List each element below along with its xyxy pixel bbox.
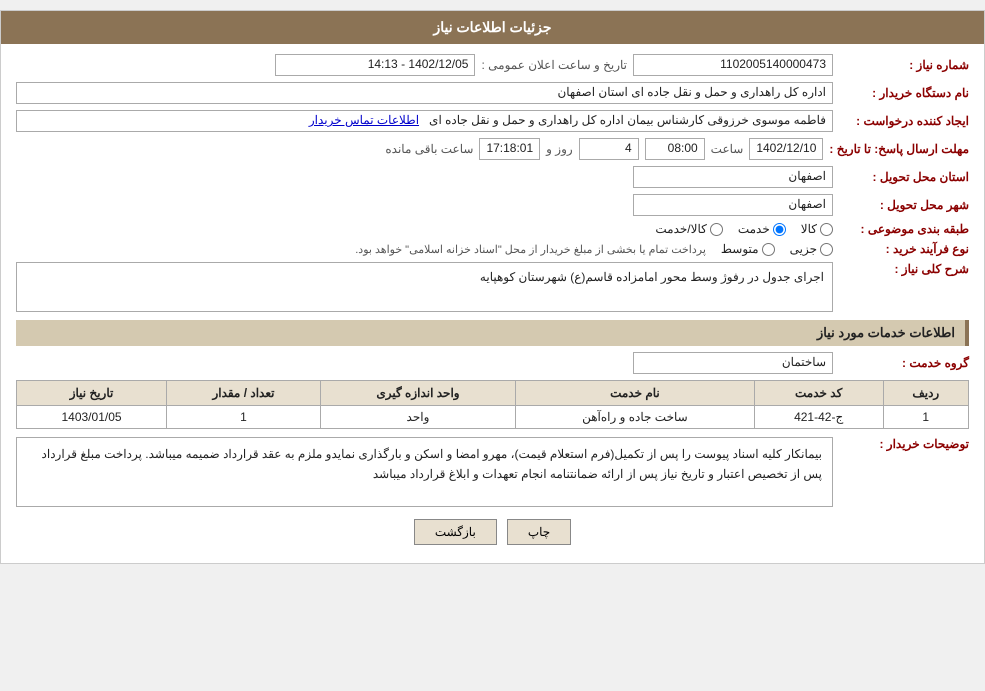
service-group-value: ساختمان [633,352,833,374]
purchase-type-motavaset: متوسط [721,242,775,256]
page-header: جزئیات اطلاعات نیاز [1,11,984,44]
page-title: جزئیات اطلاعات نیاز [433,19,551,35]
need-number-value: 1102005140000473 [633,54,833,76]
page-container: جزئیات اطلاعات نیاز شماره نیاز : 1102005… [0,10,985,564]
need-description-label: شرح کلی نیاز : [839,262,969,276]
purchase-jozii-radio[interactable] [820,243,833,256]
category-kala-radio[interactable] [820,223,833,236]
purchase-type-jozii: جزیی [790,242,833,256]
contact-link[interactable]: اطلاعات تماس خریدار [309,113,419,127]
response-remaining-value: 17:18:01 [479,138,540,160]
need-description-value: اجرای جدول در رفوژ وسط محور امامزاده قاس… [16,262,833,312]
province-label: استان محل تحویل : [839,170,969,184]
service-group-row: گروه خدمت : ساختمان [16,352,969,374]
purchase-type-label: نوع فرآیند خرید : [839,242,969,256]
category-option-both: کالا/خدمت [655,222,722,236]
col-name: نام خدمت [516,381,755,406]
requester-label: ایجاد کننده درخواست : [839,114,969,128]
response-time-label: ساعت [711,142,744,156]
services-table: ردیف کد خدمت نام خدمت واحد اندازه گیری ت… [16,380,969,429]
cell-unit: واحد [320,406,515,429]
action-buttons: چاپ بازگشت [16,519,969,545]
response-deadline-label: مهلت ارسال پاسخ: تا تاریخ : [829,142,969,156]
announcement-label: تاریخ و ساعت اعلان عمومی : [481,58,627,72]
cell-code: ج-42-421 [754,406,883,429]
need-description-row: شرح کلی نیاز : اجرای جدول در رفوژ وسط مح… [16,262,969,312]
category-label: طبقه بندی موضوعی : [839,222,969,236]
announcement-value: 1402/12/05 - 14:13 [275,54,475,76]
buyer-name-row: نام دستگاه خریدار : اداره کل راهداری و ح… [16,82,969,104]
purchase-motavaset-label: متوسط [721,242,759,256]
requester-row: ایجاد کننده درخواست : فاطمه موسوی خرزوقی… [16,110,969,132]
need-number-label: شماره نیاز : [839,58,969,72]
col-code: کد خدمت [754,381,883,406]
city-row: شهر محل تحویل : اصفهان [16,194,969,216]
buyer-name-value: اداره کل راهداری و حمل و نقل جاده ای است… [16,82,833,104]
need-number-row: شماره نیاز : 1102005140000473 تاریخ و سا… [16,54,969,76]
response-deadline-row: مهلت ارسال پاسخ: تا تاریخ : 1402/12/10 س… [16,138,969,160]
content-area: شماره نیاز : 1102005140000473 تاریخ و سا… [1,44,984,563]
city-label: شهر محل تحویل : [839,198,969,212]
buyer-notes-row: توضیحات خریدار : بیمانکار کلیه اسناد پیو… [16,437,969,507]
response-remaining-label: ساعت باقی مانده [385,142,473,156]
province-row: استان محل تحویل : اصفهان [16,166,969,188]
category-khedmat-label: خدمت [738,222,770,236]
city-value: اصفهان [633,194,833,216]
col-quantity: تعداد / مقدار [167,381,321,406]
print-button[interactable]: چاپ [507,519,571,545]
col-date: تاریخ نیاز [17,381,167,406]
table-header-row: ردیف کد خدمت نام خدمت واحد اندازه گیری ت… [17,381,969,406]
purchase-type-note: پرداخت تمام یا بخشی از مبلغ خریدار از مح… [355,243,706,256]
category-option-khedmat: خدمت [738,222,786,236]
table-row: 1ج-42-421ساخت جاده و راه‌آهنواحد11403/01… [17,406,969,429]
purchase-type-row: نوع فرآیند خرید : جزیی متوسط پرداخت تمام… [16,242,969,256]
category-both-radio[interactable] [710,223,723,236]
purchase-jozii-label: جزیی [790,242,817,256]
service-group-label: گروه خدمت : [839,356,969,370]
category-radio-group: کالا خدمت کالا/خدمت [655,222,833,236]
buyer-notes-label: توضیحات خریدار : [839,437,969,451]
col-row: ردیف [883,381,968,406]
back-button[interactable]: بازگشت [414,519,497,545]
response-days-label: روز و [546,142,573,156]
purchase-motavaset-radio[interactable] [762,243,775,256]
purchase-type-options: جزیی متوسط پرداخت تمام یا بخشی از مبلغ خ… [355,242,833,256]
cell-row: 1 [883,406,968,429]
response-days-value: 4 [579,138,639,160]
category-row: طبقه بندی موضوعی : کالا خدمت کالا/خدمت [16,222,969,236]
response-time-value: 08:00 [645,138,705,160]
table-header: ردیف کد خدمت نام خدمت واحد اندازه گیری ت… [17,381,969,406]
cell-quantity: 1 [167,406,321,429]
buyer-name-label: نام دستگاه خریدار : [839,86,969,100]
requester-value: فاطمه موسوی خرزوقی کارشناس بیمان اداره ک… [16,110,833,132]
cell-name: ساخت جاده و راه‌آهن [516,406,755,429]
cell-date: 1403/01/05 [17,406,167,429]
service-info-header: اطلاعات خدمات مورد نیاز [16,320,969,346]
category-kala-label: کالا [801,222,817,236]
category-khedmat-radio[interactable] [773,223,786,236]
buyer-notes-value: بیمانکار کلیه اسناد پیوست را پس از تکمیل… [16,437,833,507]
category-option-kala: کالا [801,222,833,236]
category-both-label: کالا/خدمت [655,222,706,236]
col-unit: واحد اندازه گیری [320,381,515,406]
response-date-value: 1402/12/10 [749,138,823,160]
table-body: 1ج-42-421ساخت جاده و راه‌آهنواحد11403/01… [17,406,969,429]
province-value: اصفهان [633,166,833,188]
